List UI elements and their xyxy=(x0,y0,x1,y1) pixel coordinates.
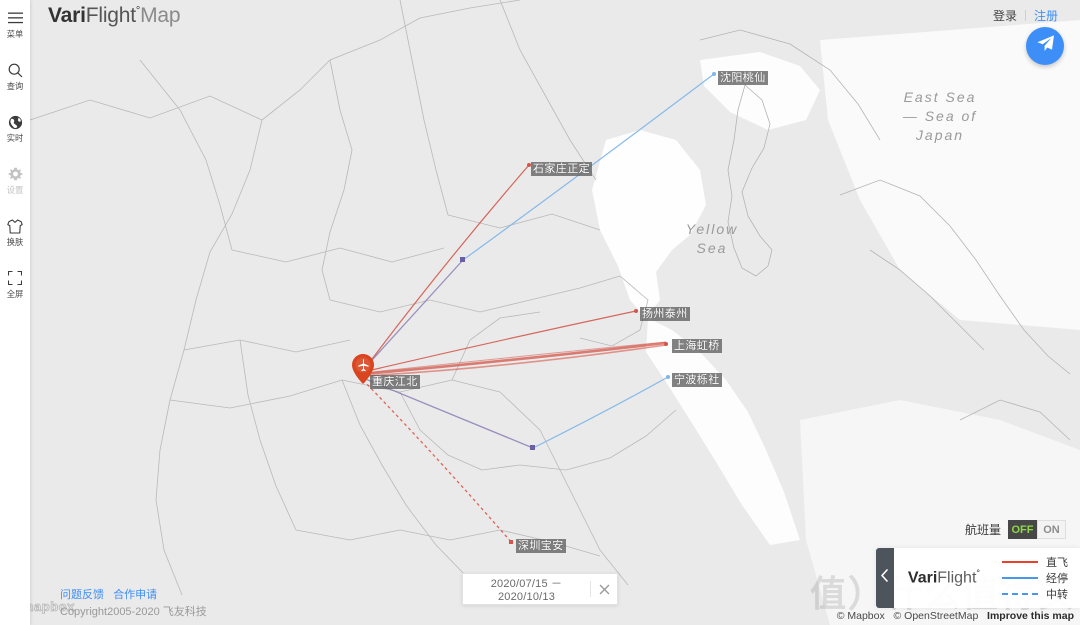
close-icon[interactable] xyxy=(591,584,617,595)
airport-label-origin-chongqing[interactable]: 重庆江北 xyxy=(370,375,420,389)
chevron-left-icon xyxy=(880,569,889,587)
attribution-mapbox[interactable]: © Mapbox xyxy=(837,610,885,622)
copyright-text: Copyright2005-2020 飞友科技 xyxy=(60,606,207,618)
fullscreen-icon xyxy=(7,270,23,286)
attribution-space-1 xyxy=(888,610,891,622)
legend-items: 直飞 经停 中转 xyxy=(1002,554,1068,602)
airport-label-shenzhen[interactable]: 深圳宝安 xyxy=(516,539,566,553)
paper-plane-icon xyxy=(1036,34,1055,58)
feedback-link[interactable]: 问题反馈 xyxy=(60,589,104,601)
top-right-nav: 登录 注册 xyxy=(985,7,1066,24)
hamburger-menu-icon xyxy=(7,10,23,26)
sidebar-item-theme[interactable]: 换肤 xyxy=(0,218,30,247)
legend-brand-flight: Flight xyxy=(937,569,977,587)
left-sidebar: 菜单 查询 实时 设置 换肤 全屏 xyxy=(0,0,30,625)
map-attribution: © Mapbox © OpenStreetMap Improve this ma… xyxy=(837,610,1074,622)
airport-label-shanghai[interactable]: 上海虹桥 xyxy=(672,339,722,353)
airport-label-shijiazhuang[interactable]: 石家庄正定 xyxy=(531,162,592,176)
sea-label-yellow-sea: Yellow Sea xyxy=(685,221,739,256)
sidebar-label-fullscreen: 全屏 xyxy=(6,289,24,299)
logo-part-map: Map xyxy=(140,4,181,27)
legend-label-transfer: 中转 xyxy=(1046,589,1068,601)
sidebar-item-realtime[interactable]: 实时 xyxy=(0,114,30,143)
flight-volume-toggle: 航班量 OFF ON xyxy=(965,520,1066,539)
legend-label-stopover: 经停 xyxy=(1046,573,1068,585)
sidebar-item-fullscreen[interactable]: 全屏 xyxy=(0,270,30,299)
sea-label-east-sea: East Sea — Sea of Japan xyxy=(902,89,978,143)
flight-volume-label: 航班量 xyxy=(964,523,1001,537)
sidebar-item-menu[interactable]: 菜单 xyxy=(0,10,30,39)
volume-toggle-off-button[interactable]: OFF xyxy=(1008,520,1037,539)
app-logo: VariFlight°Map xyxy=(48,4,181,28)
airport-label-shenyang[interactable]: 沈阳桃仙 xyxy=(718,71,768,85)
logo-part-vari: Vari xyxy=(48,4,86,27)
link-space xyxy=(107,589,110,601)
legend-swatch-transfer xyxy=(1002,593,1038,595)
legend-panel: VariFlight° 直飞 经停 中转 xyxy=(875,548,1080,608)
register-link[interactable]: 注册 xyxy=(1026,7,1066,24)
legend-label-direct: 直飞 xyxy=(1046,557,1068,569)
sidebar-item-settings[interactable]: 设置 xyxy=(0,166,30,195)
search-icon xyxy=(7,62,23,78)
gear-icon xyxy=(7,166,23,182)
sidebar-item-search[interactable]: 查询 xyxy=(0,62,30,91)
tshirt-icon xyxy=(7,218,23,234)
legend-item-direct: 直飞 xyxy=(1002,554,1068,570)
sidebar-label-search: 查询 xyxy=(6,81,24,91)
login-link[interactable]: 登录 xyxy=(985,7,1025,24)
legend-swatch-direct xyxy=(1002,561,1038,563)
airport-label-yangzhou[interactable]: 扬州泰州 xyxy=(640,307,690,321)
map-canvas[interactable]: East Sea — Sea of Japan Yellow Sea 沈阳桃仙 … xyxy=(0,0,1080,625)
legend-collapse-button[interactable] xyxy=(875,548,894,608)
legend-item-transfer: 中转 xyxy=(1002,586,1068,602)
logo-part-flight: Flight xyxy=(85,4,136,27)
globe-icon xyxy=(7,114,23,130)
sidebar-label-theme: 换肤 xyxy=(6,237,24,247)
legend-brand-degree: ° xyxy=(976,568,980,579)
airport-label-ningbo[interactable]: 宁波栎社 xyxy=(672,373,722,387)
variflight-map-app: East Sea — Sea of Japan Yellow Sea 沈阳桃仙 … xyxy=(0,0,1080,625)
sidebar-label-realtime: 实时 xyxy=(6,133,24,143)
legend-body: VariFlight° 直飞 经停 中转 xyxy=(894,548,1080,608)
sidebar-label-menu: 菜单 xyxy=(6,29,24,39)
volume-toggle-on-button[interactable]: ON xyxy=(1037,520,1066,539)
cooperation-link[interactable]: 合作申请 xyxy=(113,589,157,601)
bottom-left-links: 问题反馈 合作申请 xyxy=(60,586,157,602)
legend-brand-logo: VariFlight° xyxy=(908,568,980,587)
feedback-fab-button[interactable] xyxy=(1026,27,1064,65)
attribution-space-2 xyxy=(981,610,984,622)
sidebar-label-settings: 设置 xyxy=(6,185,24,195)
date-range-value[interactable]: 2020/07/15 － 2020/10/13 xyxy=(463,575,590,603)
airport-pin-icon[interactable] xyxy=(352,354,374,384)
legend-swatch-stopover xyxy=(1002,577,1038,579)
date-range-picker[interactable]: 2020/07/15 － 2020/10/13 xyxy=(462,573,618,605)
legend-brand-vari: Vari xyxy=(907,569,938,587)
attribution-osm[interactable]: © OpenStreetMap xyxy=(894,610,979,622)
legend-item-stopover: 经停 xyxy=(1002,570,1068,586)
attribution-improve-map[interactable]: Improve this map xyxy=(987,610,1074,622)
